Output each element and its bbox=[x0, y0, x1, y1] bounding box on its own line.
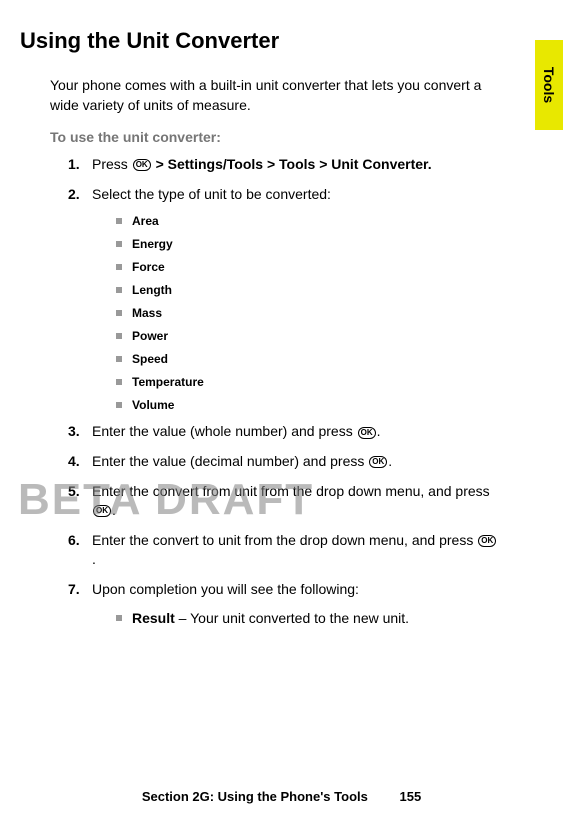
bullet-icon bbox=[116, 241, 122, 247]
footer-page-number: 155 bbox=[399, 789, 421, 804]
step-number: 4. bbox=[68, 452, 92, 472]
bullet-icon bbox=[116, 615, 122, 621]
unit-item: Area bbox=[116, 214, 523, 228]
step-5: 5. Enter the convert from unit from the … bbox=[68, 482, 523, 521]
bullet-icon bbox=[116, 379, 122, 385]
step-number: 7. bbox=[68, 580, 92, 600]
bullet-icon bbox=[116, 402, 122, 408]
step-6: 6. Enter the convert to unit from the dr… bbox=[68, 531, 523, 570]
intro-text: Your phone comes with a built-in unit co… bbox=[50, 76, 523, 115]
step-text: Enter the value (decimal number) and pre… bbox=[92, 452, 499, 472]
step-7: 7. Upon completion you will see the foll… bbox=[68, 580, 523, 600]
step-text: Enter the value (whole number) and press… bbox=[92, 422, 499, 442]
bullet-icon bbox=[116, 264, 122, 270]
page-heading: Using the Unit Converter bbox=[20, 28, 523, 54]
step-text: Upon completion you will see the followi… bbox=[92, 580, 499, 600]
step-number: 2. bbox=[68, 185, 92, 205]
step-1: 1. Press OK > Settings/Tools > Tools > U… bbox=[68, 155, 523, 175]
ok-icon: OK bbox=[478, 535, 496, 547]
ok-icon: OK bbox=[93, 505, 111, 517]
unit-item: Mass bbox=[116, 306, 523, 320]
result-item: Result – Your unit converted to the new … bbox=[116, 610, 523, 626]
ok-icon: OK bbox=[133, 159, 151, 171]
ok-icon: OK bbox=[358, 427, 376, 439]
step-text: Enter the convert from unit from the dro… bbox=[92, 482, 499, 521]
step-number: 1. bbox=[68, 155, 92, 175]
bullet-icon bbox=[116, 218, 122, 224]
result-label: Result bbox=[132, 610, 175, 626]
step-number: 6. bbox=[68, 531, 92, 570]
step-2: 2. Select the type of unit to be convert… bbox=[68, 185, 523, 205]
unit-item: Force bbox=[116, 260, 523, 274]
footer-section: Section 2G: Using the Phone's Tools bbox=[142, 789, 368, 804]
unit-item: Length bbox=[116, 283, 523, 297]
unit-list: Area Energy Force Length Mass Power Spee… bbox=[116, 214, 523, 412]
result-text: – Your unit converted to the new unit. bbox=[175, 610, 409, 626]
side-tab: Tools bbox=[535, 40, 563, 130]
step-number: 3. bbox=[68, 422, 92, 442]
side-tab-label: Tools bbox=[541, 67, 557, 103]
step-text: Press OK > Settings/Tools > Tools > Unit… bbox=[92, 155, 499, 175]
unit-item: Volume bbox=[116, 398, 523, 412]
bullet-icon bbox=[116, 287, 122, 293]
bullet-icon bbox=[116, 310, 122, 316]
bullet-icon bbox=[116, 333, 122, 339]
unit-item: Temperature bbox=[116, 375, 523, 389]
page-footer: Section 2G: Using the Phone's Tools 155 bbox=[0, 789, 563, 804]
step-text: Enter the convert to unit from the drop … bbox=[92, 531, 499, 570]
unit-item: Speed bbox=[116, 352, 523, 366]
unit-item: Power bbox=[116, 329, 523, 343]
step-number: 5. bbox=[68, 482, 92, 521]
step-text: Select the type of unit to be converted: bbox=[92, 185, 499, 205]
step-4: 4. Enter the value (decimal number) and … bbox=[68, 452, 523, 472]
subheading: To use the unit converter: bbox=[50, 129, 523, 145]
step-3: 3. Enter the value (whole number) and pr… bbox=[68, 422, 523, 442]
ok-icon: OK bbox=[369, 456, 387, 468]
unit-item: Energy bbox=[116, 237, 523, 251]
bullet-icon bbox=[116, 356, 122, 362]
